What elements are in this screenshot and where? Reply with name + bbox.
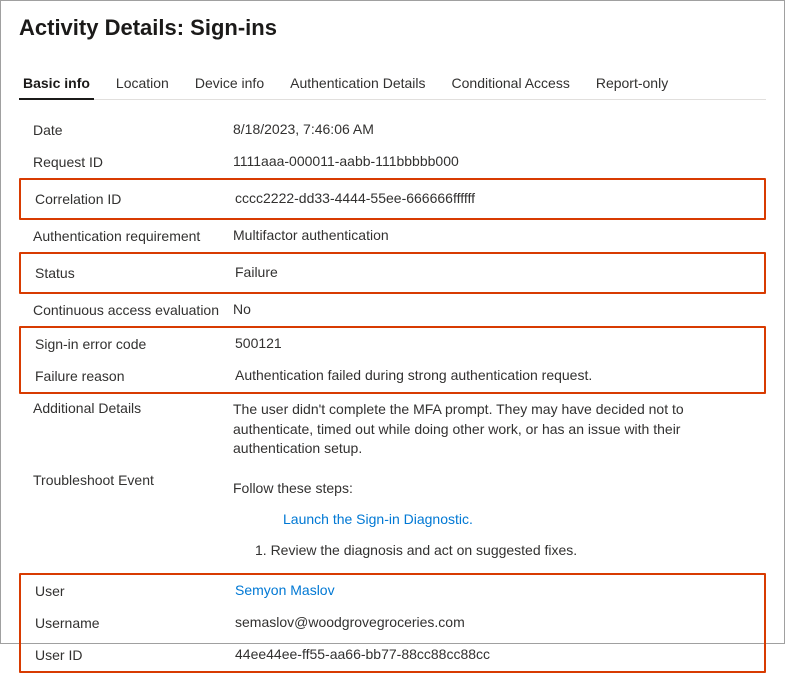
troubleshoot-content: Follow these steps: Launch the Sign-in D… [233, 472, 760, 567]
details-list: Date 8/18/2023, 7:46:06 AM Request ID 11… [19, 114, 766, 673]
label-additional-details: Additional Details [33, 400, 233, 416]
launch-signin-diagnostic-link[interactable]: Launch the Sign-in Diagnostic. [233, 509, 760, 530]
row-correlation-id: Correlation ID cccc2222-dd33-4444-55ee-6… [19, 178, 766, 220]
tab-bar: Basic info Location Device info Authenti… [19, 69, 766, 100]
row-troubleshoot-event: Troubleshoot Event Follow these steps: L… [19, 466, 766, 573]
row-status: Status Failure [19, 252, 766, 294]
value-date: 8/18/2023, 7:46:06 AM [233, 120, 760, 140]
tab-authentication-details[interactable]: Authentication Details [286, 69, 429, 99]
value-user-link[interactable]: Semyon Maslov [235, 581, 758, 601]
row-request-id: Request ID 1111aaa-000011-aabb-111bbbbb0… [19, 146, 766, 178]
label-user: User [35, 583, 235, 599]
row-error-and-failure: Sign-in error code 500121 Failure reason… [19, 326, 766, 394]
value-request-id: 1111aaa-000011-aabb-111bbbbb000 [233, 152, 760, 172]
value-failure-reason: Authentication failed during strong auth… [235, 366, 758, 386]
row-auth-requirement: Authentication requirement Multifactor a… [19, 220, 766, 252]
tab-location[interactable]: Location [112, 69, 173, 99]
tab-conditional-access[interactable]: Conditional Access [448, 69, 574, 99]
row-additional-details: Additional Details The user didn't compl… [19, 394, 766, 465]
tab-report-only[interactable]: Report-only [592, 69, 672, 99]
row-date: Date 8/18/2023, 7:46:06 AM [19, 114, 766, 146]
label-cae: Continuous access evaluation [33, 302, 233, 318]
page-title: Activity Details: Sign-ins [19, 15, 766, 41]
tab-basic-info[interactable]: Basic info [19, 69, 94, 99]
value-cae: No [233, 300, 760, 320]
troubleshoot-intro: Follow these steps: [233, 478, 760, 499]
tab-device-info[interactable]: Device info [191, 69, 268, 99]
row-continuous-access-evaluation: Continuous access evaluation No [19, 294, 766, 326]
row-user-block: User Semyon Maslov Username semaslov@woo… [19, 573, 766, 673]
label-status: Status [35, 265, 235, 281]
value-auth-requirement: Multifactor authentication [233, 226, 760, 246]
value-username: semaslov@woodgrovegroceries.com [235, 613, 758, 633]
label-user-id: User ID [35, 647, 235, 663]
label-auth-requirement: Authentication requirement [33, 228, 233, 244]
value-additional-details: The user didn't complete the MFA prompt.… [233, 400, 760, 459]
value-status: Failure [235, 263, 758, 283]
value-correlation-id: cccc2222-dd33-4444-55ee-666666ffffff [235, 189, 758, 209]
label-date: Date [33, 122, 233, 138]
label-failure-reason: Failure reason [35, 368, 235, 384]
label-request-id: Request ID [33, 154, 233, 170]
troubleshoot-step-1: 1. Review the diagnosis and act on sugge… [233, 540, 760, 561]
label-username: Username [35, 615, 235, 631]
label-correlation-id: Correlation ID [35, 191, 235, 207]
label-error-code: Sign-in error code [35, 336, 235, 352]
value-user-id: 44ee44ee-ff55-aa66-bb77-88cc88cc88cc [235, 645, 758, 665]
label-troubleshoot: Troubleshoot Event [33, 472, 233, 488]
value-error-code: 500121 [235, 334, 758, 354]
